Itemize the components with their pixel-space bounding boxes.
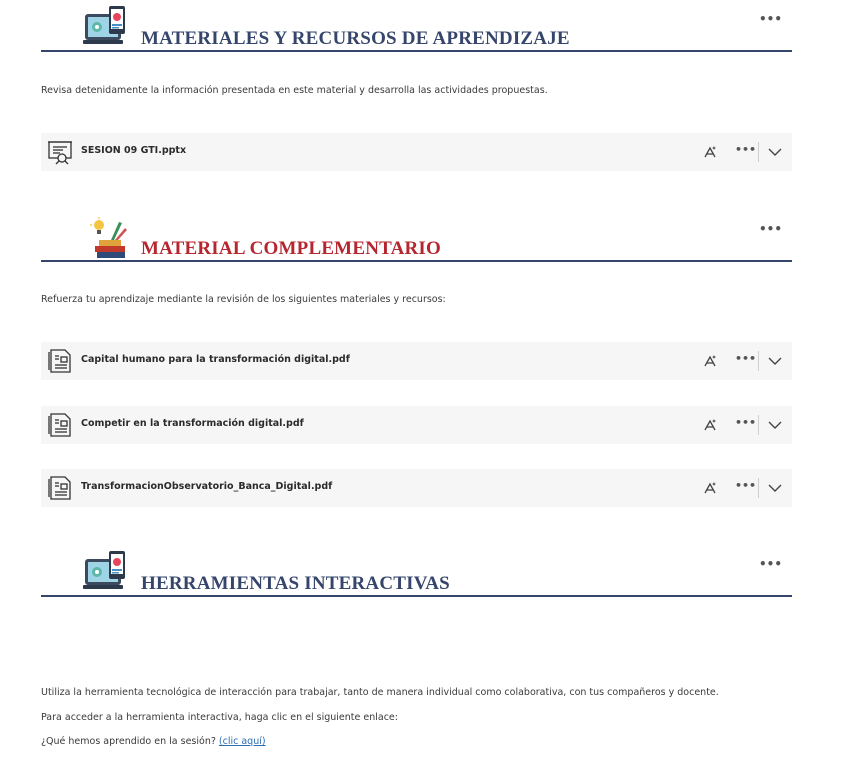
file-name-link[interactable]: Competir en la transformación digital.pd… <box>81 418 304 429</box>
chevron-down-icon[interactable] <box>767 144 783 160</box>
computer-learning-icon <box>83 4 131 52</box>
computer-learning-icon <box>83 549 131 597</box>
section-header-complementario: MATERIAL COMPLEMENTARIO ••• <box>41 217 792 262</box>
books-ideas-icon <box>89 216 137 264</box>
section-title: HERRAMIENTAS INTERACTIVAS <box>141 573 450 594</box>
question-line: ¿Qué hemos aprendido en la sesión? (clic… <box>41 736 266 747</box>
chevron-down-icon[interactable] <box>767 480 783 496</box>
paragraph-text: Utiliza la herramienta tecnológica de in… <box>41 687 719 698</box>
section-divider <box>41 260 792 262</box>
section-title: MATERIALES Y RECURSOS DE APRENDIZAJE <box>141 28 570 49</box>
section-header-materiales: MATERIALES Y RECURSOS DE APRENDIZAJE ••• <box>41 6 792 52</box>
row-more-menu[interactable]: ••• <box>735 144 756 156</box>
section-header-herramientas: HERRAMIENTAS INTERACTIVAS ••• <box>41 551 792 597</box>
clic-aqui-link[interactable]: (clic aquí) <box>219 736 266 747</box>
row-more-menu[interactable]: ••• <box>735 417 756 429</box>
section-more-menu[interactable]: ••• <box>759 223 782 235</box>
ai-sparkle-icon[interactable] <box>702 417 718 433</box>
document-file-icon <box>47 412 73 438</box>
section-description: Refuerza tu aprendizaje mediante la revi… <box>41 294 446 305</box>
row-divider <box>758 415 759 435</box>
question-text: ¿Qué hemos aprendido en la sesión? <box>41 736 219 747</box>
presentation-file-icon <box>47 139 73 165</box>
file-row[interactable]: SESION 09 GTI.pptx ••• <box>41 133 792 171</box>
file-name-link[interactable]: SESION 09 GTI.pptx <box>81 145 186 156</box>
row-divider <box>758 351 759 371</box>
row-divider <box>758 478 759 498</box>
section-title: MATERIAL COMPLEMENTARIO <box>141 238 441 259</box>
section-more-menu[interactable]: ••• <box>759 13 782 25</box>
section-description: Revisa detenidamente la información pres… <box>41 85 548 96</box>
row-divider <box>758 142 759 162</box>
file-row[interactable]: Capital humano para la transformación di… <box>41 342 792 380</box>
row-more-menu[interactable]: ••• <box>735 353 756 365</box>
ai-sparkle-icon[interactable] <box>702 480 718 496</box>
section-divider <box>41 50 792 52</box>
ai-sparkle-icon[interactable] <box>702 353 718 369</box>
chevron-down-icon[interactable] <box>767 417 783 433</box>
file-name-link[interactable]: TransformacionObservatorio_Banca_Digital… <box>81 481 332 492</box>
document-file-icon <box>47 475 73 501</box>
file-row[interactable]: Competir en la transformación digital.pd… <box>41 406 792 444</box>
section-more-menu[interactable]: ••• <box>759 558 782 570</box>
row-more-menu[interactable]: ••• <box>735 480 756 492</box>
chevron-down-icon[interactable] <box>767 353 783 369</box>
document-file-icon <box>47 348 73 374</box>
paragraph-text: Para acceder a la herramienta interactiv… <box>41 712 398 723</box>
section-divider <box>41 595 792 597</box>
file-row[interactable]: TransformacionObservatorio_Banca_Digital… <box>41 469 792 507</box>
ai-sparkle-icon[interactable] <box>702 144 718 160</box>
file-name-link[interactable]: Capital humano para la transformación di… <box>81 354 350 365</box>
